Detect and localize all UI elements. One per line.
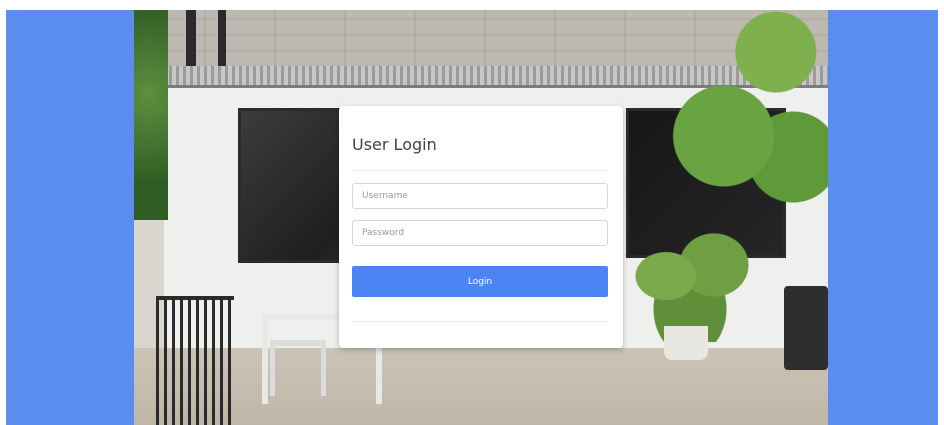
login-button[interactable]: Login bbox=[352, 266, 608, 297]
pole bbox=[186, 10, 196, 68]
login-card: User Login Login bbox=[339, 106, 623, 348]
password-input[interactable] bbox=[352, 220, 608, 246]
floor bbox=[134, 348, 828, 425]
stool bbox=[270, 340, 326, 396]
plant-pot bbox=[664, 326, 708, 360]
divider bbox=[352, 321, 608, 322]
tree-left bbox=[134, 10, 168, 220]
trash-bin bbox=[784, 286, 828, 370]
tree-right bbox=[654, 10, 828, 220]
left-blue-panel bbox=[6, 10, 134, 425]
pole bbox=[218, 10, 226, 68]
username-input[interactable] bbox=[352, 183, 608, 209]
divider bbox=[352, 170, 608, 171]
chair bbox=[156, 296, 234, 425]
login-title: User Login bbox=[352, 135, 437, 154]
right-blue-panel bbox=[828, 10, 938, 425]
